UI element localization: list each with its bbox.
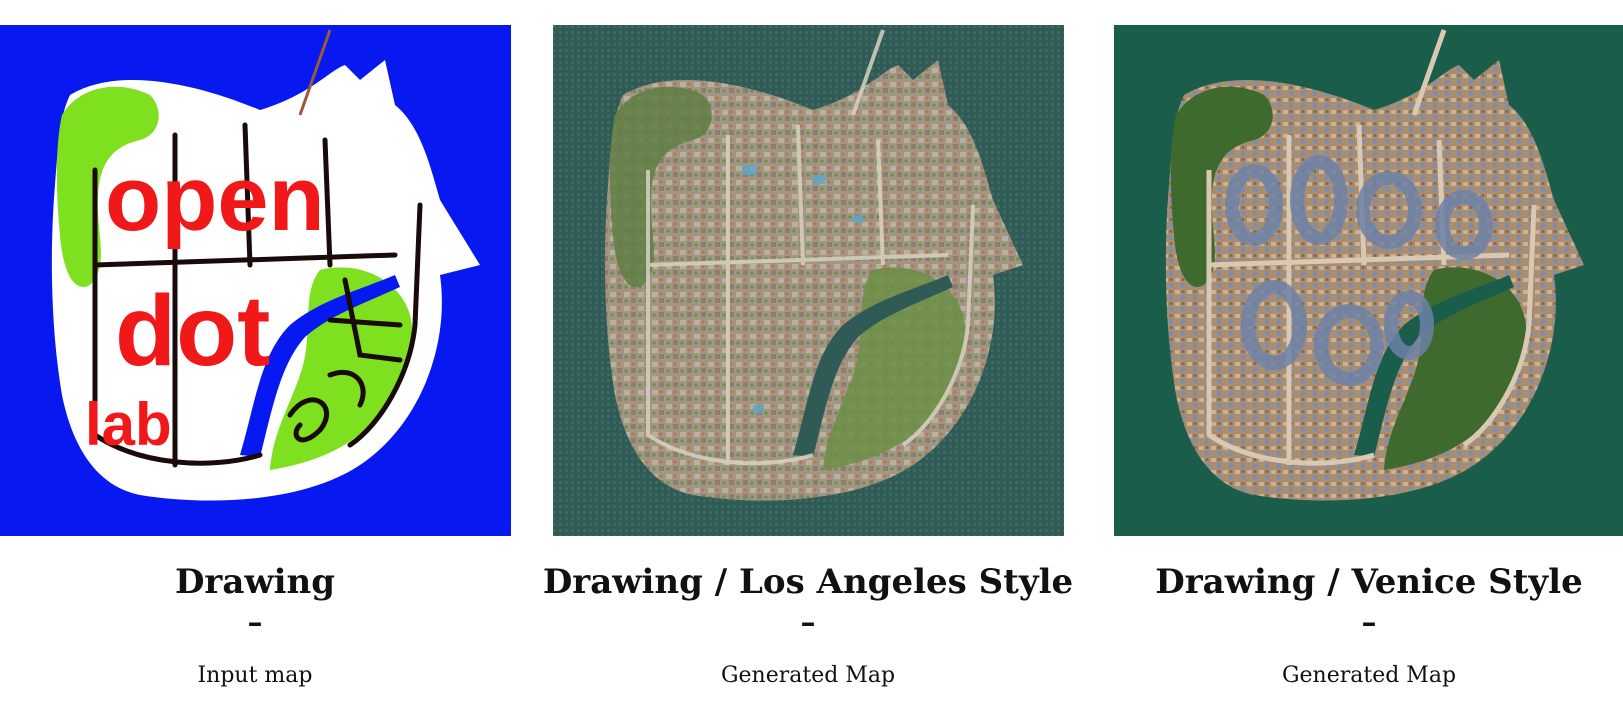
caption-dash: – (800, 605, 816, 640)
caption-dash: – (247, 605, 263, 640)
generated-map-venice-image (1114, 25, 1623, 536)
panel-venice-style: Drawing / Venice Style – Generated Map (1114, 25, 1623, 688)
panel-title: Drawing (174, 562, 336, 602)
caption-input-map: Drawing – Input map (0, 560, 555, 690)
caption-los-angeles-style: Drawing / Los Angeles Style – Generated … (508, 560, 1108, 690)
caption-dash: – (1361, 605, 1377, 640)
generated-map-los-angeles-image (553, 25, 1064, 536)
caption-venice-style: Drawing / Venice Style – Generated Map (1069, 560, 1623, 690)
svg-text:dot: dot (115, 275, 270, 387)
input-drawing-map-image: open dot lab (0, 25, 511, 536)
svg-text:open: open (105, 148, 325, 250)
panel-subtitle: Generated Map (720, 663, 896, 688)
panel-los-angeles-style: Drawing / Los Angeles Style – Generated … (543, 25, 1073, 688)
svg-text:lab: lab (85, 391, 172, 458)
panel-title: Drawing / Los Angeles Style (542, 562, 1074, 602)
panel-subtitle: Generated Map (1281, 663, 1457, 688)
panel-title: Drawing / Venice Style (1155, 562, 1583, 602)
panel-subtitle: Input map (197, 663, 313, 688)
panel-input-map: open dot lab Drawing – Input map (0, 25, 511, 688)
